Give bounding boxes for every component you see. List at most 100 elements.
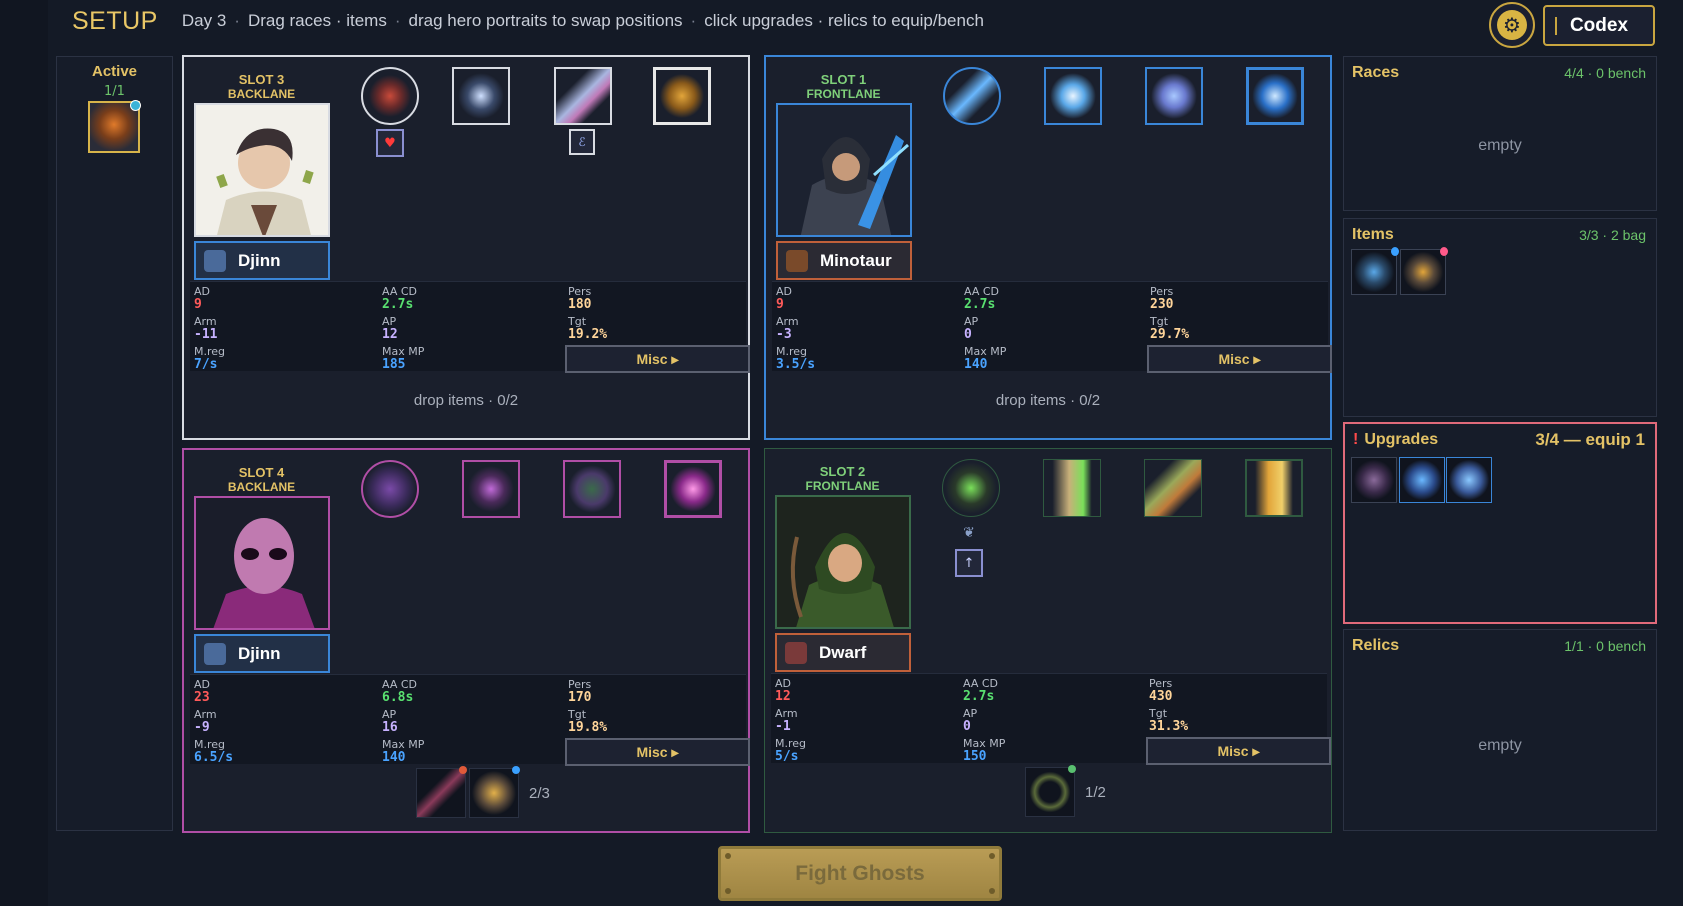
stat-aa-cd: 6.8s bbox=[382, 690, 414, 705]
upgrade-lightning-icon[interactable] bbox=[1399, 457, 1445, 503]
race-badge[interactable]: Djinn bbox=[194, 634, 330, 673]
relics-panel[interactable]: Relics 1/1 · 0 bench empty bbox=[1343, 629, 1657, 831]
stat-tgt: 19.2% bbox=[568, 327, 608, 342]
stat-arm: -3 bbox=[776, 327, 792, 342]
stat-ap: 0 bbox=[964, 327, 972, 342]
gold-ore-icon[interactable] bbox=[653, 67, 711, 125]
stat-arm: -9 bbox=[194, 720, 210, 735]
equipped-item-wreath-icon[interactable] bbox=[1025, 765, 1076, 817]
storm-orb-icon[interactable] bbox=[1246, 67, 1304, 125]
hero-slot-3[interactable]: SLOT 3 BACKLANE Djinn ♥ ℰ AD 9 AA CD 2.7s P… bbox=[182, 55, 750, 440]
warning-icon: ! bbox=[1353, 431, 1359, 448]
upgrade-chest-icon[interactable] bbox=[1351, 457, 1397, 503]
gear-icon: ⚙ bbox=[1497, 10, 1527, 40]
active-label: Active bbox=[91, 63, 138, 80]
stat-max-mp: 140 bbox=[382, 750, 406, 765]
minotaur-head-icon bbox=[786, 249, 808, 272]
stat-aa-cd: 2.7s bbox=[382, 297, 414, 312]
active-relic-shield-icon[interactable] bbox=[88, 100, 141, 153]
relics-count: 1/1 · 0 bench bbox=[1564, 638, 1646, 654]
bag-item-cauldron-icon[interactable] bbox=[1351, 247, 1399, 295]
frost-burst-icon[interactable] bbox=[1044, 67, 1102, 125]
heart-icon[interactable]: ♥ bbox=[376, 129, 404, 157]
left-edge-strip bbox=[0, 0, 48, 906]
stat-ap: 16 bbox=[382, 720, 398, 735]
hint-swap-positions: drag hero portraits to swap positions bbox=[408, 11, 683, 30]
misc-button[interactable]: Misc ▸ bbox=[1147, 345, 1332, 373]
upgrades-count: 3/4 — equip 1 bbox=[1535, 430, 1645, 449]
slot-title: SLOT 4 BACKLANE bbox=[227, 465, 296, 494]
hint-equip: click upgrades · relics to equip/bench bbox=[704, 11, 984, 30]
upgrades-panel[interactable]: ! Upgrades 3/4 — equip 1 bbox=[1343, 422, 1657, 624]
hero-slot-2[interactable]: SLOT 2 FRONTLANE Dwarf ❦ ↑ AD 12 AA CD 2.7s… bbox=[764, 448, 1332, 833]
day-indicator: Day 3 bbox=[181, 11, 227, 30]
rune-icon[interactable]: ℰ bbox=[569, 129, 595, 155]
stat-arm: -1 bbox=[775, 719, 791, 734]
hint-drag-races: Drag races · items bbox=[247, 11, 387, 30]
stat-pers: 170 bbox=[568, 690, 592, 705]
arrow-bolt-icon[interactable] bbox=[1043, 459, 1101, 517]
stat-mreg: 6.5/s bbox=[194, 750, 234, 765]
rose-icon[interactable] bbox=[361, 67, 419, 125]
top-bar: SETUP Day 3 · Drag races · items · drag … bbox=[72, 6, 984, 35]
hero-portrait[interactable] bbox=[775, 495, 911, 629]
hero-portrait[interactable] bbox=[194, 103, 330, 237]
misc-button[interactable]: Misc ▸ bbox=[565, 738, 750, 766]
hero-stats: AD 9 AA CD 2.7s Pers 230 Arm -3 AP 0 Tgt 29.7%… bbox=[772, 281, 1332, 373]
equipped-item-rocket-icon[interactable] bbox=[416, 766, 467, 818]
race-badge[interactable]: Djinn bbox=[194, 241, 330, 280]
stat-aa-cd: 2.7s bbox=[963, 689, 995, 704]
stat-max-mp: 140 bbox=[964, 357, 988, 372]
ice-blade-icon[interactable] bbox=[943, 67, 1001, 125]
genie-lamp-icon bbox=[204, 642, 226, 665]
equipped-item-pyramid-icon[interactable] bbox=[469, 766, 520, 818]
dark-wings-icon[interactable] bbox=[462, 460, 520, 518]
hero-slot-1[interactable]: SLOT 1 FRONTLANE Minotaur AD 9 AA CD 2.7s P… bbox=[764, 55, 1332, 440]
race-badge[interactable]: Minotaur bbox=[776, 241, 912, 280]
codex-button[interactable]: Codex bbox=[1543, 5, 1655, 46]
feather-wing-icon[interactable] bbox=[1145, 67, 1203, 125]
fight-ghosts-button[interactable]: Fight Ghosts bbox=[718, 846, 1002, 901]
quiver-icon[interactable] bbox=[1144, 459, 1202, 517]
green-star-icon[interactable] bbox=[942, 459, 1000, 517]
rune-board-icon[interactable] bbox=[361, 460, 419, 518]
items-panel[interactable]: Items 3/3 · 2 bag bbox=[1343, 218, 1657, 417]
misc-button[interactable]: Misc ▸ bbox=[565, 345, 750, 373]
misc-button[interactable]: Misc ▸ bbox=[1146, 737, 1331, 765]
crystal-tool-icon[interactable] bbox=[554, 67, 612, 125]
upgrade-spellbook-icon[interactable] bbox=[1446, 457, 1492, 503]
slot-title: SLOT 3 BACKLANE bbox=[227, 72, 296, 101]
drop-items-zone[interactable]: drop items · 0/2 bbox=[766, 392, 1330, 409]
hero-portrait[interactable] bbox=[776, 103, 912, 237]
stat-ad: 23 bbox=[194, 690, 210, 705]
races-panel[interactable]: Races 4/4 · 0 bench empty bbox=[1343, 56, 1657, 211]
stat-aa-cd: 2.7s bbox=[964, 297, 996, 312]
stat-ad: 12 bbox=[775, 689, 791, 704]
leaf-icon[interactable]: ❦ bbox=[957, 521, 981, 545]
stat-pers: 230 bbox=[1150, 297, 1174, 312]
stat-pers: 430 bbox=[1149, 689, 1173, 704]
stat-ad: 9 bbox=[776, 297, 784, 312]
race-badge[interactable]: Dwarf bbox=[775, 633, 911, 672]
arrow-up-icon[interactable]: ↑ bbox=[955, 549, 983, 577]
races-count: 4/4 · 0 bench bbox=[1564, 65, 1646, 81]
stat-max-mp: 150 bbox=[963, 749, 987, 764]
drop-items-zone[interactable]: drop items · 0/2 bbox=[184, 392, 748, 409]
settings-button[interactable]: ⚙ bbox=[1489, 2, 1535, 48]
triple-arrow-icon[interactable] bbox=[1245, 459, 1303, 517]
dwarf-head-icon bbox=[785, 641, 807, 664]
active-relic-column: Active 1/1 bbox=[56, 56, 173, 831]
slot-title: SLOT 2 FRONTLANE bbox=[805, 464, 880, 493]
hero-portrait[interactable] bbox=[194, 496, 330, 630]
item-count: 2/3 bbox=[529, 785, 550, 802]
stat-ap: 0 bbox=[963, 719, 971, 734]
hero-slot-4[interactable]: SLOT 4 BACKLANE Djinn AD 23 AA CD 6.8s Pers… bbox=[182, 448, 750, 833]
stat-max-mp: 185 bbox=[382, 357, 406, 372]
spiral-orb-icon[interactable] bbox=[452, 67, 510, 125]
stat-tgt: 29.7% bbox=[1150, 327, 1190, 342]
stat-ap: 12 bbox=[382, 327, 398, 342]
void-portal-icon[interactable] bbox=[664, 460, 722, 518]
slot-title: SLOT 1 FRONTLANE bbox=[806, 72, 881, 101]
serpent-ring-icon[interactable] bbox=[563, 460, 621, 518]
bag-item-idol-icon[interactable] bbox=[1400, 247, 1448, 295]
